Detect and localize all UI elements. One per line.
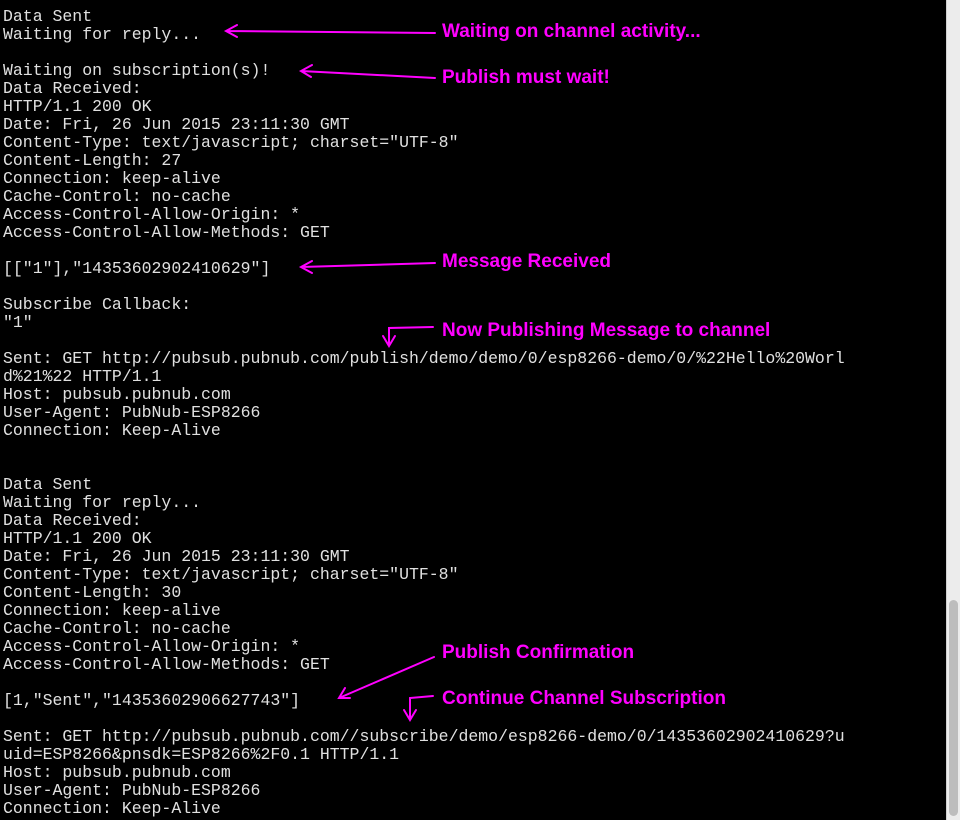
terminal-line: Waiting for reply...: [3, 493, 202, 512]
annotation-waiting-channel: Waiting on channel activity...: [442, 21, 701, 42]
annotation-arrow: [298, 64, 436, 79]
terminal-line: Access-Control-Allow-Origin: *: [3, 637, 301, 656]
vertical-scrollbar[interactable]: [946, 0, 960, 820]
terminal-line: Sent: GET http://pubsub.pubnub.com//subs…: [3, 727, 845, 746]
terminal-line: Connection: Keep-Alive: [3, 421, 221, 440]
terminal-line: Cache-Control: no-cache: [3, 187, 231, 206]
terminal-line: Host: pubsub.pubnub.com: [3, 763, 231, 782]
terminal-line: Content-Type: text/javascript; charset="…: [3, 133, 459, 152]
terminal-line: Sent: GET http://pubsub.pubnub.com/publi…: [3, 349, 845, 368]
terminal-line: d%21%22 HTTP/1.1: [3, 367, 162, 386]
terminal-line: Waiting on subscription(s)!: [3, 61, 271, 80]
terminal-line: HTTP/1.1 200 OK: [3, 529, 152, 548]
terminal-line: Content-Type: text/javascript; charset="…: [3, 565, 459, 584]
terminal-line: Host: pubsub.pubnub.com: [3, 385, 231, 404]
terminal-line: Date: Fri, 26 Jun 2015 23:11:30 GMT: [3, 547, 350, 566]
annotation-arrow: [298, 260, 436, 274]
annotation-arrow: [223, 24, 436, 38]
terminal-line: Connection: Keep-Alive: [3, 799, 221, 818]
terminal-line: Data Received:: [3, 511, 142, 530]
terminal-line: Content-Length: 27: [3, 151, 182, 170]
terminal-line: Data Sent: [3, 7, 93, 26]
terminal-line: Date: Fri, 26 Jun 2015 23:11:30 GMT: [3, 115, 350, 134]
scrollbar-thumb[interactable]: [949, 600, 958, 816]
terminal-line: Content-Length: 30: [3, 583, 182, 602]
terminal-line: "1": [3, 313, 33, 332]
terminal-line: Access-Control-Allow-Methods: GET: [3, 655, 330, 674]
terminal-line: uid=ESP8266&pnsdk=ESP8266%2F0.1 HTTP/1.1: [3, 745, 400, 764]
annotation-now-publishing: Now Publishing Message to channel: [442, 320, 771, 341]
terminal-line: [["1"],"14353602902410629"]: [3, 259, 271, 278]
terminal-line: [1,"Sent","14353602906627743"]: [3, 691, 301, 710]
annotation-publish-wait: Publish must wait!: [442, 67, 610, 88]
terminal-line: User-Agent: PubNub-ESP8266: [3, 781, 261, 800]
annotation-message-received: Message Received: [442, 251, 611, 272]
terminal-line: Waiting for reply...: [3, 25, 202, 44]
annotation-arrow: [382, 326, 434, 348]
terminal-line: Access-Control-Allow-Origin: *: [3, 205, 301, 224]
terminal-line: Cache-Control: no-cache: [3, 619, 231, 638]
annotation-arrow: [403, 695, 434, 722]
terminal-line: Data Sent: [3, 475, 93, 494]
terminal-line: Data Received:: [3, 79, 142, 98]
annotation-publish-confirmation: Publish Confirmation: [442, 642, 635, 663]
terminal-output: Data Sent Waiting for reply... Waiting o…: [0, 0, 946, 820]
annotation-continue-subscription: Continue Channel Subscription: [442, 688, 726, 709]
terminal-line: User-Agent: PubNub-ESP8266: [3, 403, 261, 422]
terminal-line: Connection: keep-alive: [3, 601, 221, 620]
terminal-line: Subscribe Callback:: [3, 295, 192, 314]
terminal-line: Connection: keep-alive: [3, 169, 221, 188]
terminal-line: HTTP/1.1 200 OK: [3, 97, 152, 116]
terminal-line: Access-Control-Allow-Methods: GET: [3, 223, 330, 242]
annotation-arrow: [337, 656, 435, 699]
